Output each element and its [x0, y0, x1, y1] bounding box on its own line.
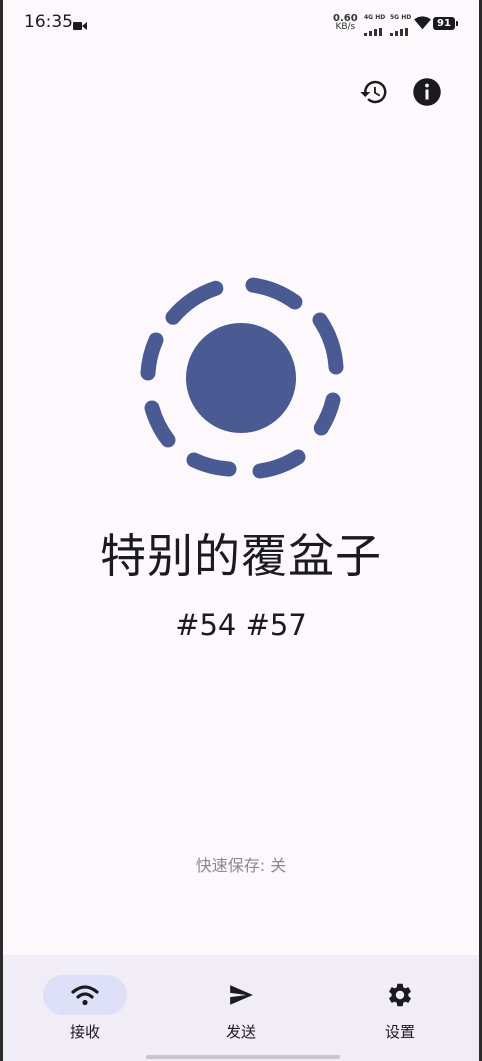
nav-item-receive[interactable]: 接收 — [25, 973, 145, 1053]
cell-signal-2-label: 5G HD — [390, 14, 412, 21]
signal-bars-icon — [390, 28, 408, 36]
nav-label-settings: 设置 — [384, 1023, 415, 1041]
wifi-status-icon — [414, 15, 431, 34]
history-button[interactable] — [358, 76, 390, 108]
nav-label-receive: 接收 — [69, 1023, 100, 1041]
device-ids: #54 #57 — [175, 608, 307, 642]
send-icon — [230, 985, 253, 1005]
nav-pill-settings — [358, 975, 442, 1015]
network-speed-unit: KB/s — [335, 22, 356, 32]
status-bar: 16:35 0.60 KB/s 4G HD 5G HD 91 — [3, 0, 479, 48]
cell-signal-1-label: 4G HD — [364, 14, 386, 21]
history-icon — [360, 80, 387, 104]
receive-logo-icon — [140, 277, 344, 479]
quick-save-status[interactable]: 快速保存: 关 — [3, 852, 479, 876]
battery-indicator: 91 — [433, 17, 458, 30]
gear-icon — [389, 983, 411, 1007]
status-time: 16:35 — [24, 12, 73, 32]
nav-pill-send — [199, 975, 283, 1015]
nav-active-indicator — [43, 975, 127, 1015]
app-screen: 16:35 0.60 KB/s 4G HD 5G HD 91 特别的覆盆子 #5… — [3, 0, 479, 1061]
device-name: 特别的覆盆子 — [100, 529, 382, 583]
info-icon — [413, 78, 441, 106]
cell-signal-2: 5G HD — [390, 14, 411, 40]
video-recording-icon — [73, 16, 87, 35]
info-button[interactable] — [411, 76, 443, 108]
nav-label-send: 发送 — [225, 1023, 256, 1041]
cell-signal-1: 4G HD — [364, 14, 385, 40]
nav-item-settings[interactable]: 设置 — [340, 973, 460, 1053]
bottom-navigation: 接收 发送 设置 — [3, 955, 479, 1061]
home-indicator[interactable] — [146, 1055, 340, 1059]
wifi-icon — [71, 985, 99, 1006]
signal-bars-icon — [364, 28, 382, 36]
network-speed: 0.60 KB/s — [333, 14, 358, 32]
nav-item-send[interactable]: 发送 — [181, 973, 301, 1053]
